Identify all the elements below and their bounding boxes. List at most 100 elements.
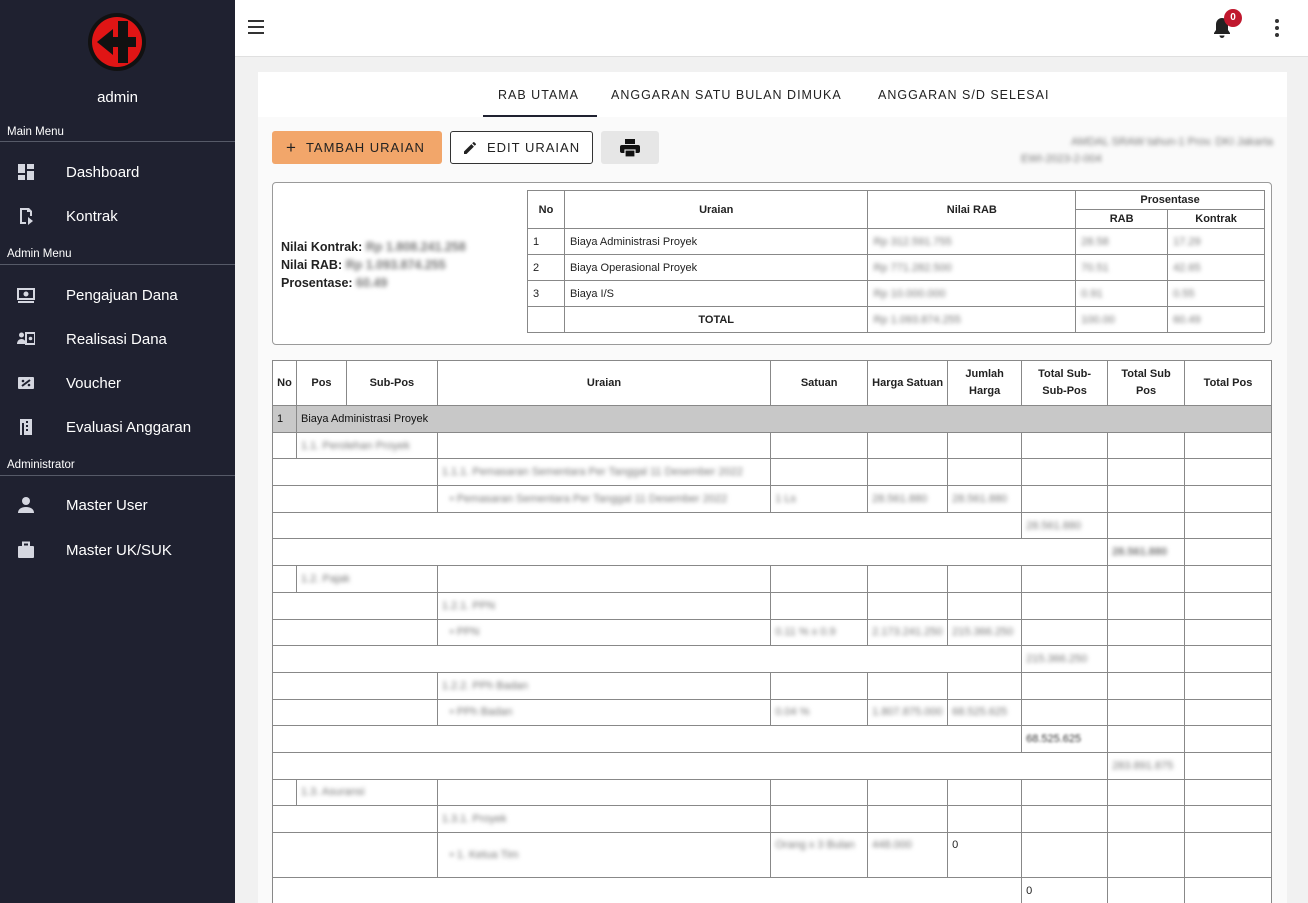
header-total-pos: Total Pos [1184, 360, 1272, 406]
sidebar-item-kontrak[interactable]: Kontrak [0, 196, 235, 236]
total-sub-sub-pos: 0 [1021, 877, 1109, 903]
header-satuan: Satuan [770, 360, 869, 406]
pos-label: 1.3. Asuransi [295, 778, 438, 807]
sidebar-item-label: Pengajuan Dana [66, 286, 178, 304]
active-tab-indicator [483, 115, 597, 117]
table-row: 1.3.1. Proyek [272, 805, 1272, 833]
row-uraian: Biaya I/S [563, 280, 869, 307]
edit-uraian-button[interactable]: EDIT URAIAN [450, 131, 593, 164]
summary-box: Nilai Kontrak: Rp 1.808.241.258 Nilai RA… [272, 182, 1272, 345]
sidebar-item-master-uk-suk[interactable]: Master UK/SUK [0, 530, 235, 570]
item-label: • PPN [436, 618, 772, 647]
row-nilai: Rp 312.591.755 [867, 228, 1077, 255]
table-row: • PPN 0.11 % x 0.9 2.173.241.250 215.366… [272, 618, 1272, 647]
project-code: EWI-2023-2-004 [1021, 153, 1102, 165]
button-label: EDIT URAIAN [487, 140, 581, 155]
header-pos: Pos [295, 360, 347, 406]
total-sub-pos: 28.561.880 [1107, 538, 1186, 567]
tabs-bar: RAB UTAMA ANGGARAN SATU BULAN DIMUKA ANG… [258, 72, 1287, 117]
table-row: 1.2.2. PPh Badan [272, 671, 1272, 700]
item-harga: 448.000 [867, 832, 949, 878]
row-kontrak: 17.29 [1167, 228, 1265, 255]
table-row: 28.561.880 [271, 538, 1272, 567]
briefcase-icon [18, 541, 34, 558]
user-icon [18, 497, 34, 513]
header-uraian: Uraian [436, 360, 772, 406]
header-kontrak: Kontrak [1167, 209, 1265, 229]
table-row: • Pemasaran Sementara Per Tanggal 11 Des… [272, 485, 1272, 513]
nilai-rab-label: Nilai RAB: [281, 258, 343, 272]
main-card: RAB UTAMA ANGGARAN SATU BULAN DIMUKA ANG… [258, 72, 1287, 903]
prosentase-label: Prosentase: [281, 276, 353, 290]
table-row: 1.1. Perolehan Proyek [272, 431, 1272, 460]
sidebar-item-evaluasi-anggaran[interactable]: Evaluasi Anggaran [0, 407, 235, 447]
sidebar-item-label: Kontrak [66, 207, 118, 225]
tab-rab-utama[interactable]: RAB UTAMA [498, 88, 579, 102]
group-name: Biaya Administrasi Proyek [295, 405, 1273, 433]
sidebar-item-dashboard[interactable]: Dashboard [0, 152, 235, 192]
summary-table: No Uraian Nilai RAB Prosentase RAB Kontr… [527, 190, 1265, 333]
tambah-uraian-button[interactable]: + TAMBAH URAIAN [272, 131, 442, 164]
group-row: 1 Biaya Administrasi Proyek [272, 405, 1273, 433]
username: admin [97, 89, 138, 106]
item-jumlah: 0 [947, 832, 1023, 878]
sidebar-item-voucher[interactable]: Voucher [0, 363, 235, 403]
row-rab: 0.91 [1075, 280, 1169, 307]
tab-anggaran-sd-selesai[interactable]: ANGGARAN S/D SELESAI [878, 88, 1049, 102]
header-no: No [272, 360, 297, 406]
section-admin-menu: Admin Menu [7, 248, 72, 260]
table-row: 68.525.625 [271, 725, 1272, 753]
table-row: 28.561.880 [271, 511, 1272, 540]
item-satuan: 0.04 % [770, 698, 869, 727]
total-sub-sub-pos: 68.525.625 [1021, 725, 1109, 753]
sidebar-item-realisasi-dana[interactable]: Realisasi Dana [0, 319, 235, 359]
divider [0, 475, 235, 476]
sidebar-item-label: Realisasi Dana [66, 330, 167, 348]
sidebar-item-label: Dashboard [66, 163, 140, 181]
nilai-kontrak-value: Rp 1.808.241.258 [365, 240, 466, 254]
table-row: 1.2. Pajak [272, 565, 1272, 593]
row-no: 1 [527, 228, 565, 255]
row-uraian: Biaya Operasional Proyek [563, 254, 869, 281]
sidebar-item-master-user[interactable]: Master User [0, 485, 235, 525]
table-row: 3 Biaya I/S Rp 10.000.000 0.91 0.55 [527, 280, 1265, 307]
header-total-sub-pos: Total Sub Pos [1107, 360, 1186, 406]
row-nilai: Rp 10.000.000 [867, 280, 1077, 307]
sidebar: admin Main Menu Dashboard Kontrak Admin … [0, 0, 235, 903]
sidebar-item-pengajuan-dana[interactable]: Pengajuan Dana [0, 275, 235, 315]
sidebar-item-label: Master User [66, 496, 148, 514]
sidebar-item-label: Master UK/SUK [66, 541, 172, 559]
row-rab: 28.58 [1075, 228, 1169, 255]
sidebar-item-label: Evaluasi Anggaran [66, 418, 192, 436]
total-sub-sub-pos: 28.561.880 [1021, 511, 1109, 540]
pos-label: 1.1. Perolehan Proyek [295, 431, 438, 460]
more-options-icon[interactable] [1274, 19, 1280, 37]
table-row: 215.366.250 [271, 645, 1272, 673]
nilai-kontrak: Nilai Kontrak: Rp 1.808.241.258 [281, 240, 466, 254]
table-row: 283.891.875 [271, 751, 1272, 780]
item-harga: 1.807.875.000 [867, 698, 949, 727]
header-prosentase: Prosentase [1075, 190, 1265, 210]
total-nilai: Rp 1.093.874.255 [867, 306, 1077, 333]
print-button[interactable] [601, 131, 659, 164]
app-logo [88, 13, 146, 71]
header-rab: RAB [1075, 209, 1169, 229]
item-satuan: Orang x 3 Bulan [770, 832, 869, 878]
menu-icon[interactable] [248, 20, 264, 34]
nilai-rab-value: Rp 1.093.874.255 [345, 258, 446, 272]
money-user-icon [17, 332, 35, 345]
row-no: 2 [527, 254, 565, 281]
header-jumlah-harga: Jumlah Harga [947, 360, 1023, 406]
table-row: 0 [271, 877, 1272, 903]
item-label: • PPh Badan [436, 698, 772, 727]
button-label: TAMBAH URAIAN [305, 140, 425, 155]
nilai-kontrak-label: Nilai Kontrak: [281, 240, 363, 254]
sidebar-item-label: Voucher [66, 374, 122, 392]
table-row: 1.3. Asuransi [272, 778, 1272, 807]
item-label: • 1. Ketua Tim [436, 832, 772, 878]
sub-pos-label: 1.3.1. Proyek [436, 805, 772, 833]
total-sub-pos: 283.891.875 [1107, 751, 1186, 780]
item-label: • Pemasaran Sementara Per Tanggal 11 Des… [436, 485, 772, 513]
tab-anggaran-satu-bulan[interactable]: ANGGARAN SATU BULAN DIMUKA [611, 88, 842, 102]
item-satuan: 1 Ls [770, 485, 869, 513]
